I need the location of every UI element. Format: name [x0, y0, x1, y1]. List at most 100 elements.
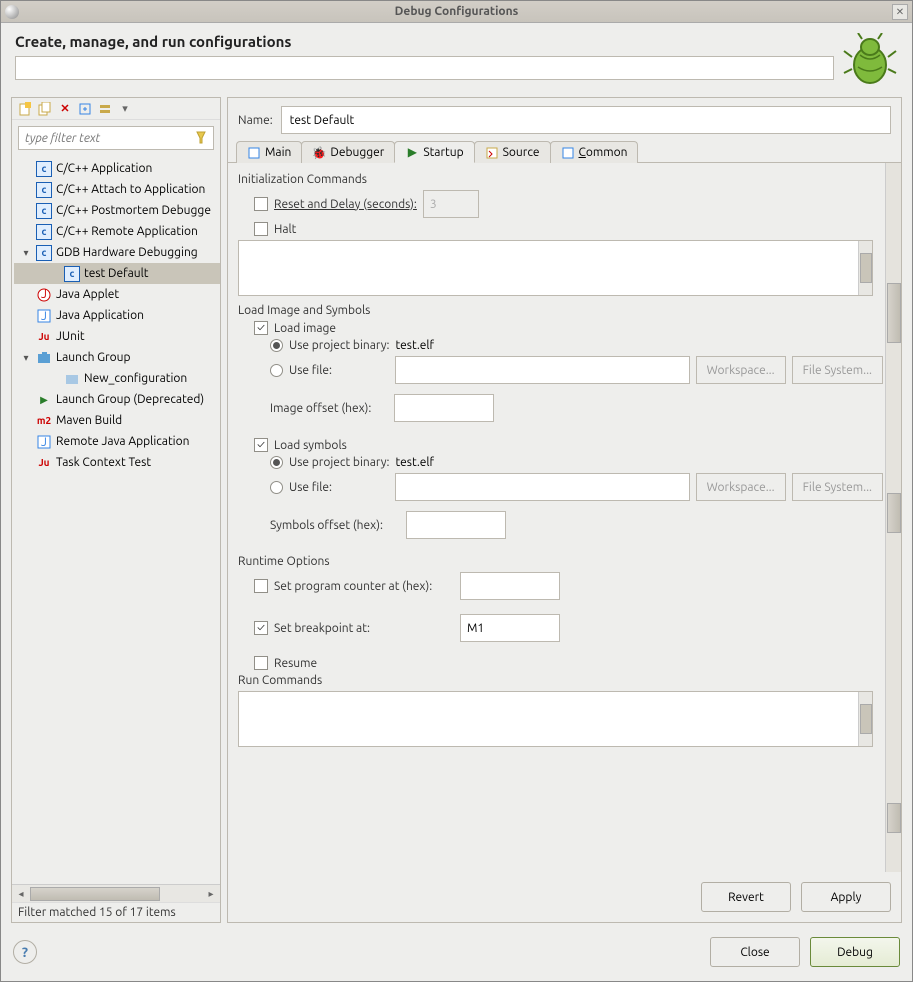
bp-label: Set breakpoint at:: [274, 622, 454, 635]
debug-button[interactable]: Debug: [810, 937, 900, 967]
pc-label: Set program counter at (hex):: [274, 580, 454, 593]
new-config-button[interactable]: [16, 100, 34, 118]
image-use-file-radio[interactable]: [270, 364, 283, 377]
config-tree[interactable]: cC/C++ Application cC/C++ Attach to Appl…: [12, 156, 220, 884]
image-offset-label: Image offset (hex):: [270, 402, 388, 415]
sym-offset-input[interactable]: [406, 511, 506, 539]
run-commands-section: Run Commands: [238, 674, 883, 687]
tree-item-junit[interactable]: JuJUnit: [14, 326, 220, 347]
apply-button[interactable]: Apply: [801, 882, 891, 912]
run-commands-textarea[interactable]: [238, 691, 873, 747]
name-label: Name:: [238, 114, 273, 127]
svg-text:J: J: [41, 288, 47, 301]
tree-item-task-context[interactable]: JuTask Context Test: [14, 452, 220, 473]
filter-dropdown-button[interactable]: ▾: [116, 100, 134, 118]
image-workspace-button[interactable]: Workspace...: [696, 356, 786, 384]
config-tree-panel: ✕ ▾ cC/C++ Application cC/C++ Attach to …: [11, 97, 221, 923]
tree-item-c-app[interactable]: cC/C++ Application: [14, 158, 220, 179]
init-commands-section: Initialization Commands: [238, 173, 883, 186]
startup-tab-content: Initialization Commands Reset and Delay …: [228, 163, 885, 872]
image-file-input[interactable]: [395, 356, 690, 384]
load-symbols-checkbox[interactable]: [254, 438, 268, 452]
pc-input[interactable]: [460, 572, 560, 600]
duplicate-config-button[interactable]: [36, 100, 54, 118]
tree-toolbar: ✕ ▾: [12, 98, 220, 120]
resume-label: Resume: [274, 657, 317, 670]
svg-text:J: J: [41, 310, 47, 323]
reset-delay-input[interactable]: [423, 190, 479, 218]
image-project-binary-value: test.elf: [395, 339, 434, 352]
sym-use-project-radio[interactable]: [270, 456, 283, 469]
clear-filter-icon[interactable]: [194, 131, 208, 145]
image-filesystem-button[interactable]: File System...: [792, 356, 883, 384]
tree-item-remote-java[interactable]: JRemote Java Application: [14, 431, 220, 452]
pc-checkbox[interactable]: [254, 579, 268, 593]
sym-use-file-label: Use file:: [289, 481, 389, 494]
reset-delay-checkbox[interactable]: [254, 197, 268, 211]
halt-label: Halt: [274, 223, 296, 236]
sym-filesystem-button[interactable]: File System...: [792, 473, 883, 501]
image-use-file-label: Use file:: [289, 364, 389, 377]
sym-offset-label: Symbols offset (hex):: [270, 519, 400, 532]
tree-item-test-default[interactable]: ctest Default: [14, 263, 220, 284]
tree-item-c-remote[interactable]: cC/C++ Remote Application: [14, 221, 220, 242]
tab-common-rest: ommon: [586, 146, 628, 159]
window-title: Debug Configurations: [395, 5, 519, 18]
tab-bar: Main 🐞Debugger ▶Startup Source Common: [228, 140, 901, 163]
tree-item-launch-group[interactable]: ▾Launch Group: [14, 347, 220, 368]
titlebar: Debug Configurations ✕: [1, 1, 912, 23]
halt-checkbox[interactable]: [254, 222, 268, 236]
tab-startup[interactable]: ▶Startup: [394, 141, 474, 163]
image-offset-input[interactable]: [394, 394, 494, 422]
reset-delay-label: Reset and Delay (seconds):: [274, 198, 417, 211]
tree-item-java-applet[interactable]: JJava Applet: [14, 284, 220, 305]
revert-button[interactable]: Revert: [701, 882, 791, 912]
page-title: Create, manage, and run configurations: [15, 33, 834, 50]
tree-item-maven[interactable]: m2Maven Build: [14, 410, 220, 431]
help-button[interactable]: ?: [13, 940, 37, 964]
tab-source[interactable]: Source: [474, 141, 551, 163]
init-commands-textarea[interactable]: [238, 240, 873, 296]
delete-config-button[interactable]: ✕: [56, 100, 74, 118]
tree-hscrollbar[interactable]: ◂▸: [12, 884, 220, 902]
name-input[interactable]: [281, 106, 891, 134]
app-icon: [5, 5, 19, 19]
resume-checkbox[interactable]: [254, 656, 268, 670]
sym-workspace-button[interactable]: Workspace...: [696, 473, 786, 501]
bp-checkbox[interactable]: [254, 621, 268, 635]
tree-item-gdb-hw[interactable]: ▾cGDB Hardware Debugging: [14, 242, 220, 263]
tab-common[interactable]: Common: [550, 141, 639, 163]
close-button[interactable]: Close: [710, 937, 800, 967]
load-image-label: Load image: [274, 322, 336, 335]
tree-item-launch-group-dep[interactable]: ▶Launch Group (Deprecated): [14, 389, 220, 410]
tree-status: Filter matched 15 of 17 items: [12, 902, 220, 922]
svg-text:J: J: [41, 436, 47, 449]
content-vscrollbar[interactable]: [885, 163, 901, 872]
sym-file-input[interactable]: [395, 473, 690, 501]
sym-use-file-radio[interactable]: [270, 481, 283, 494]
header: Create, manage, and run configurations: [1, 23, 912, 93]
config-editor-panel: Name: Main 🐞Debugger ▶Startup Source Com…: [227, 97, 902, 923]
tree-item-java-app[interactable]: JJava Application: [14, 305, 220, 326]
load-image-checkbox[interactable]: [254, 321, 268, 335]
bp-input[interactable]: [460, 614, 560, 642]
tab-debugger[interactable]: 🐞Debugger: [301, 141, 395, 163]
tab-main[interactable]: Main: [236, 141, 302, 163]
sym-project-binary-value: test.elf: [395, 456, 434, 469]
image-use-project-label: Use project binary:: [289, 339, 389, 352]
tree-item-new-config[interactable]: New_configuration: [14, 368, 220, 389]
tree-item-c-postmortem[interactable]: cC/C++ Postmortem Debugge: [14, 200, 220, 221]
window-close-button[interactable]: ✕: [892, 4, 908, 20]
bug-icon: [842, 33, 898, 89]
runtime-section: Runtime Options: [238, 555, 883, 568]
sym-use-project-label: Use project binary:: [289, 456, 389, 469]
tree-item-c-attach[interactable]: cC/C++ Attach to Application: [14, 179, 220, 200]
load-symbols-label: Load symbols: [274, 439, 347, 452]
debug-configurations-dialog: Debug Configurations ✕ Create, manage, a…: [0, 0, 913, 982]
collapse-all-button[interactable]: [96, 100, 114, 118]
filter-input[interactable]: [18, 126, 214, 150]
message-area: [15, 56, 834, 80]
load-section: Load Image and Symbols: [238, 304, 883, 317]
export-config-button[interactable]: [76, 100, 94, 118]
image-use-project-radio[interactable]: [270, 339, 283, 352]
